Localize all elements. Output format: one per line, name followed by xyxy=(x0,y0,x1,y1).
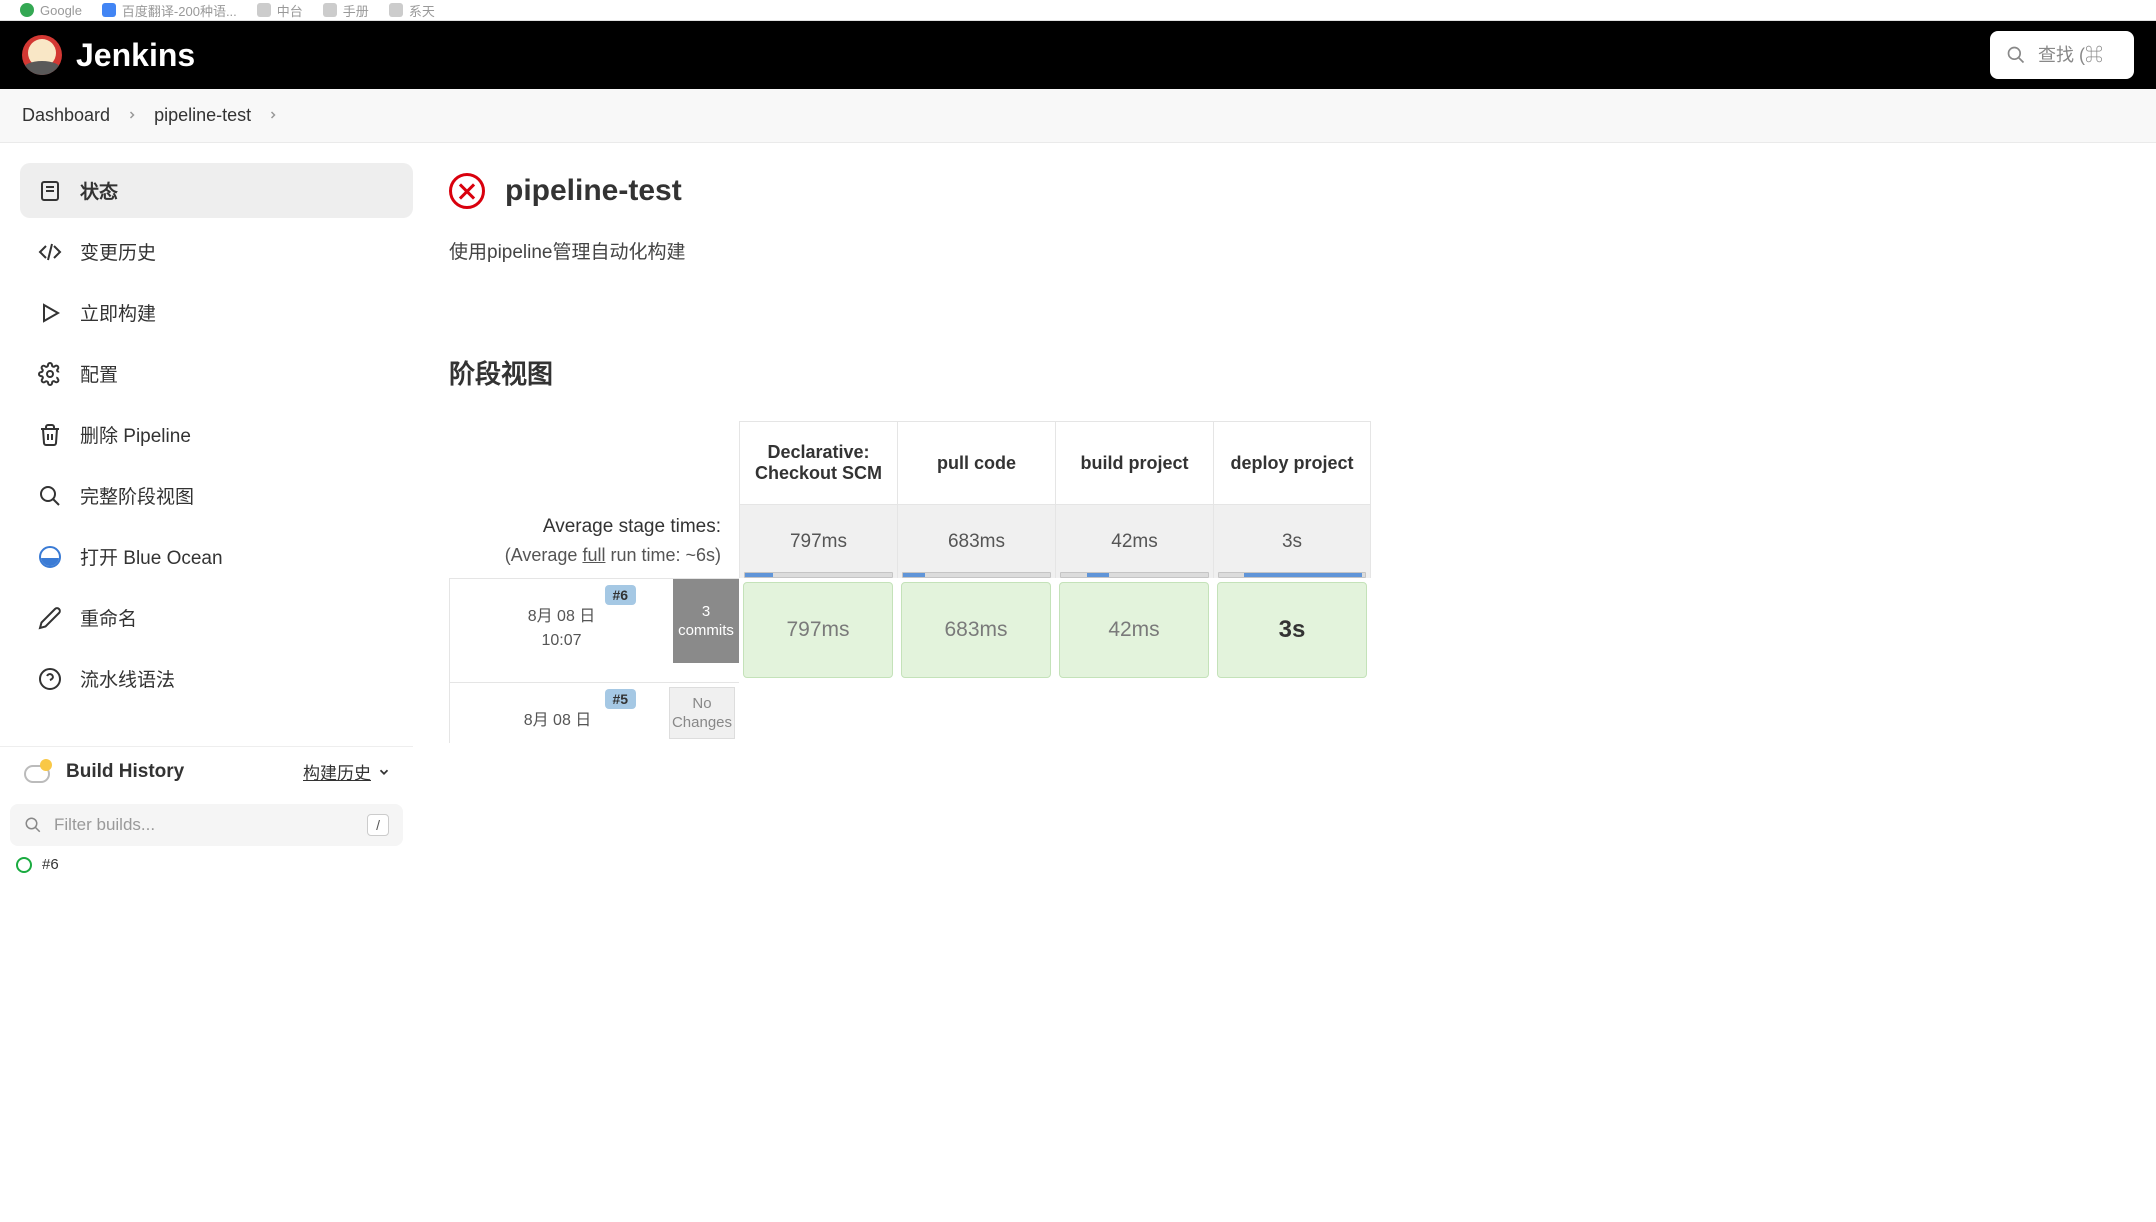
stage-cell[interactable]: 797ms xyxy=(743,582,893,678)
filter-builds-input[interactable] xyxy=(54,815,355,835)
stage-view-title: 阶段视图 xyxy=(449,354,2156,391)
status-success-icon xyxy=(16,857,32,873)
sidebar-item-delete[interactable]: 删除 Pipeline xyxy=(20,407,413,462)
sidebar-item-label: 流水线语法 xyxy=(80,665,175,692)
bookmark-item[interactable]: 系天 xyxy=(389,1,435,20)
stage-cell[interactable]: 683ms xyxy=(901,582,1051,678)
sidebar-item-label: 状态 xyxy=(80,177,118,204)
pencil-icon xyxy=(38,606,62,630)
build-number-badge: #6 xyxy=(605,585,637,605)
sidebar-item-label: 打开 Blue Ocean xyxy=(80,543,223,570)
breadcrumb-dashboard[interactable]: Dashboard xyxy=(22,105,110,126)
global-search[interactable] xyxy=(1990,31,2134,79)
sidebar-item-rename[interactable]: 重命名 xyxy=(20,590,413,645)
stage-build-row[interactable]: #6 8月 08 日 10:07 3 commits 79 xyxy=(449,578,1371,682)
average-label: Average stage times: (Average full run t… xyxy=(449,505,739,578)
weather-icon xyxy=(22,761,52,783)
bookmark-item[interactable]: Google xyxy=(20,3,82,18)
avg-stage-cell: 797ms xyxy=(739,505,897,578)
sidebar-item-label: 重命名 xyxy=(80,604,137,631)
filter-kbd-hint: / xyxy=(367,814,389,836)
stage-build-row[interactable]: #5 8月 08 日 No Changes xyxy=(449,682,1371,743)
sidebar-item-pipeline-syntax[interactable]: 流水线语法 xyxy=(20,651,413,706)
avg-stage-cell: 683ms xyxy=(897,505,1055,578)
bookmark-item[interactable]: 中台 xyxy=(257,1,303,20)
build-date: 8月 08 日 10:07 xyxy=(450,579,673,663)
help-icon xyxy=(38,667,62,691)
chevron-right-icon xyxy=(267,105,279,126)
commits-box[interactable]: No Changes xyxy=(669,687,735,739)
sidebar-item-changes[interactable]: 变更历史 xyxy=(20,224,413,279)
sidebar-item-label: 变更历史 xyxy=(80,238,156,265)
sidebar-item-status[interactable]: 状态 xyxy=(20,163,413,218)
app-header: Jenkins xyxy=(0,21,2156,89)
build-filter[interactable]: / xyxy=(10,804,403,846)
build-label-cell[interactable]: #6 8月 08 日 10:07 3 commits xyxy=(449,578,739,682)
stage-cell[interactable]: 42ms xyxy=(1059,582,1209,678)
stage-view: Declarative: Checkout SCM pull code buil… xyxy=(449,421,2156,743)
breadcrumb: Dashboard pipeline-test xyxy=(0,89,2156,143)
brand-title[interactable]: Jenkins xyxy=(76,37,195,74)
stage-column-header: deploy project xyxy=(1213,421,1371,505)
chevron-right-icon xyxy=(126,105,138,126)
build-history-link[interactable]: 构建历史 xyxy=(303,759,391,784)
sidebar-item-build-now[interactable]: 立即构建 xyxy=(20,285,413,340)
sidebar-item-label: 立即构建 xyxy=(80,299,156,326)
sidebar-item-label: 完整阶段视图 xyxy=(80,482,194,509)
bookmark-item[interactable]: 手册 xyxy=(323,1,369,20)
avg-stage-cell: 42ms xyxy=(1055,505,1213,578)
page-title: pipeline-test xyxy=(505,174,682,208)
search-icon xyxy=(24,816,42,834)
search-input[interactable] xyxy=(2038,45,2118,66)
commits-box[interactable]: 3 commits xyxy=(673,579,739,663)
stage-column-header: pull code xyxy=(897,421,1055,505)
blue-ocean-icon xyxy=(38,545,62,569)
build-number-badge: #5 xyxy=(605,689,637,709)
browser-bookmark-bar: Google 百度翻译-200种语... 中台 手册 系天 xyxy=(0,0,2156,21)
search-icon xyxy=(2006,45,2026,65)
build-history-panel: Build History 构建历史 / #6 xyxy=(0,746,413,873)
stage-table: Declarative: Checkout SCM pull code buil… xyxy=(449,421,1371,743)
sidebar-item-label: 删除 Pipeline xyxy=(80,421,191,448)
page-description: 使用pipeline管理自动化构建 xyxy=(449,237,2156,264)
stage-column-header: build project xyxy=(1055,421,1213,505)
code-icon xyxy=(38,240,62,264)
play-icon xyxy=(38,301,62,325)
sidebar: 状态 变更历史 立即构建 配置 删除 Pipeline xyxy=(0,143,413,873)
jenkins-logo-icon[interactable] xyxy=(22,35,62,75)
build-number: #6 xyxy=(42,856,59,873)
search-icon xyxy=(38,484,62,508)
build-history-row[interactable]: #6 xyxy=(0,846,413,873)
stage-average-row: Average stage times: (Average full run t… xyxy=(449,505,1371,578)
breadcrumb-pipeline-test[interactable]: pipeline-test xyxy=(154,105,251,126)
build-history-title: Build History xyxy=(66,761,289,783)
avg-stage-cell: 3s xyxy=(1213,505,1371,578)
sidebar-item-full-stage-view[interactable]: 完整阶段视图 xyxy=(20,468,413,523)
build-label-cell[interactable]: #5 8月 08 日 No Changes xyxy=(449,682,739,743)
bookmark-item[interactable]: 百度翻译-200种语... xyxy=(102,1,237,20)
status-icon xyxy=(38,179,62,203)
gear-icon xyxy=(38,362,62,386)
stage-header-row: Declarative: Checkout SCM pull code buil… xyxy=(449,421,1371,505)
sidebar-item-label: 配置 xyxy=(80,360,118,387)
stage-cell[interactable]: 3s xyxy=(1217,582,1367,678)
status-fail-icon xyxy=(449,173,485,209)
main-content: pipeline-test 使用pipeline管理自动化构建 阶段视图 Dec… xyxy=(413,143,2156,873)
sidebar-item-configure[interactable]: 配置 xyxy=(20,346,413,401)
chevron-down-icon xyxy=(377,765,391,779)
trash-icon xyxy=(38,423,62,447)
sidebar-item-blue-ocean[interactable]: 打开 Blue Ocean xyxy=(20,529,413,584)
stage-column-header: Declarative: Checkout SCM xyxy=(739,421,897,505)
